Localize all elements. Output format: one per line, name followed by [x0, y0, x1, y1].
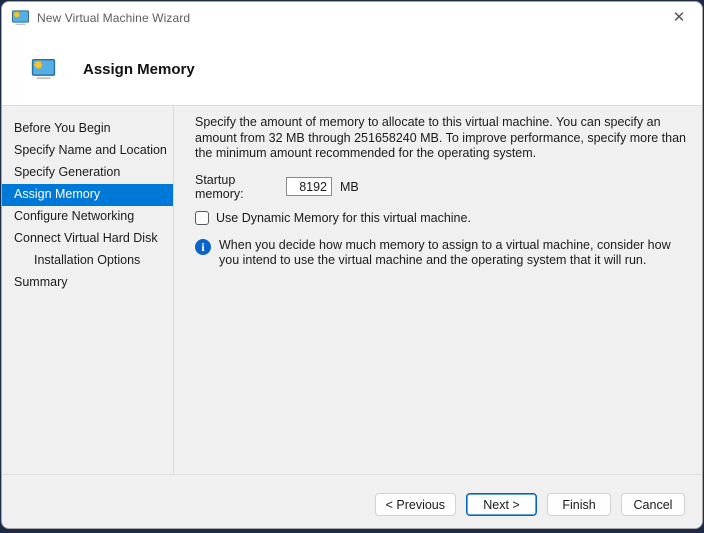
cancel-button[interactable]: Cancel — [621, 493, 685, 516]
info-text: When you decide how much memory to assig… — [219, 237, 671, 268]
startup-memory-unit: MB — [340, 179, 359, 194]
sidebar-item-before-you-begin[interactable]: Before You Begin — [2, 118, 173, 140]
close-icon[interactable]: ✕ — [660, 4, 698, 32]
info-note: i When you decide how much memory to ass… — [195, 238, 698, 269]
wizard-window: New Virtual Machine Wizard ✕ Assign Memo… — [1, 1, 703, 529]
sidebar-item-assign-memory[interactable]: Assign Memory — [2, 184, 173, 206]
page-header: Assign Memory — [2, 33, 702, 106]
info-icon: i — [195, 238, 211, 255]
previous-button[interactable]: < Previous — [374, 493, 456, 516]
dynamic-memory-row: Use Dynamic Memory for this virtual mach… — [195, 210, 698, 225]
dynamic-memory-label[interactable]: Use Dynamic Memory for this virtual mach… — [216, 211, 471, 225]
dynamic-memory-checkbox[interactable] — [195, 210, 209, 225]
vm-monitor-icon — [12, 9, 29, 25]
window-title: New Virtual Machine Wizard — [37, 10, 191, 25]
memory-description-text: Specify the amount of memory to allocate… — [195, 115, 686, 160]
sidebar-item-specify-generation[interactable]: Specify Generation — [2, 162, 173, 184]
main-area: Before You Begin Specify Name and Locati… — [2, 106, 702, 474]
wizard-step-list: Before You Begin Specify Name and Locati… — [2, 106, 174, 474]
button-bar: < Previous Next > Finish Cancel — [2, 474, 702, 528]
sidebar-item-connect-virtual-hard-disk[interactable]: Connect Virtual Hard Disk — [2, 228, 173, 250]
title-bar: New Virtual Machine Wizard ✕ — [2, 2, 702, 33]
vm-monitor-icon — [31, 58, 56, 79]
next-button[interactable]: Next > — [466, 493, 537, 516]
sidebar-item-configure-networking[interactable]: Configure Networking — [2, 206, 173, 228]
startup-memory-row: Startup memory: MB — [195, 173, 698, 201]
step-content: Specify the amount of memory to allocate… — [174, 106, 702, 474]
sidebar-item-installation-options[interactable]: Installation Options — [2, 250, 173, 272]
sidebar-item-specify-name-and-location[interactable]: Specify Name and Location — [2, 140, 173, 162]
startup-memory-label: Startup memory: — [195, 172, 244, 201]
finish-button[interactable]: Finish — [547, 493, 611, 516]
page-title: Assign Memory — [83, 60, 195, 78]
startup-memory-input[interactable] — [286, 177, 332, 196]
sidebar-item-summary[interactable]: Summary — [2, 272, 173, 294]
